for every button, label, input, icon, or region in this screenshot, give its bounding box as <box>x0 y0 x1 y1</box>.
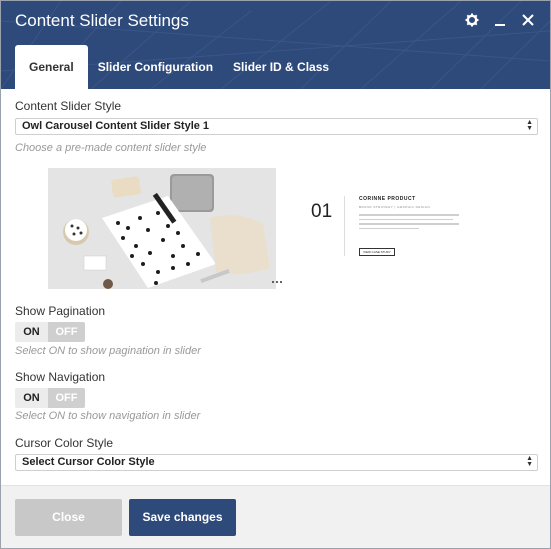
preview-product-photo <box>48 168 276 289</box>
preview-case-study-button: VIEW CASE STUDY <box>359 248 395 256</box>
navigation-off-option[interactable]: OFF <box>48 388 85 408</box>
preview-product-subtitle: BRAND STRATEGY | GRAPHIC DESIGN <box>359 205 431 209</box>
content-slider-settings-dialog: Content Slider Settings General Slider C… <box>0 0 551 549</box>
pagination-on-option[interactable]: ON <box>15 322 48 342</box>
preview-slide-number: 01 <box>311 201 333 222</box>
show-pagination-toggle[interactable]: ON OFF <box>15 322 85 342</box>
content-slider-style-label: Content Slider Style <box>15 99 122 113</box>
content-slider-style-hint: Choose a pre-made content slider style <box>15 142 207 154</box>
preview-body-lines <box>359 214 459 229</box>
cursor-color-style-value: Select Cursor Color Style <box>22 456 155 468</box>
gear-icon[interactable] <box>464 12 480 28</box>
content-slider-style-select[interactable]: Owl Carousel Content Slider Style 1 ▲ ▼ <box>15 118 538 135</box>
minimize-icon[interactable] <box>492 12 508 28</box>
dialog-header: Content Slider Settings General Slider C… <box>1 1 550 89</box>
general-tab-panel: Content Slider Style Owl Carousel Conten… <box>1 89 550 485</box>
content-slider-style-value: Owl Carousel Content Slider Style 1 <box>22 120 210 132</box>
show-navigation-toggle[interactable]: ON OFF <box>15 388 85 408</box>
pagination-off-option[interactable]: OFF <box>48 322 85 342</box>
navigation-on-option[interactable]: ON <box>15 388 48 408</box>
select-arrows-icon: ▲ ▼ <box>526 455 533 468</box>
show-navigation-label: Show Navigation <box>15 370 106 384</box>
close-button[interactable]: Close <box>15 499 122 536</box>
select-arrows-icon: ▲ ▼ <box>526 119 533 132</box>
preview-slide-content: 01 CORINNE PRODUCT BRAND STRATEGY | GRAP… <box>276 168 506 289</box>
preview-divider <box>344 196 345 256</box>
tab-slider-configuration[interactable]: Slider Configuration <box>88 45 223 89</box>
tab-slider-id-class[interactable]: Slider ID & Class <box>223 45 339 89</box>
show-pagination-hint: Select ON to show pagination in slider <box>15 345 201 357</box>
cursor-color-style-label: Cursor Color Style <box>15 436 114 450</box>
preview-pagination-dots <box>272 281 282 283</box>
show-navigation-hint: Select ON to show navigation in slider <box>15 410 201 422</box>
preview-case-study-label: VIEW CASE STUDY <box>363 250 391 254</box>
tab-bar: General Slider Configuration Slider ID &… <box>15 45 339 89</box>
save-changes-button[interactable]: Save changes <box>129 499 236 536</box>
close-icon[interactable] <box>520 12 536 28</box>
preview-product-title: CORINNE PRODUCT <box>359 196 416 202</box>
header-icons <box>464 12 536 28</box>
dialog-title: Content Slider Settings <box>15 11 189 30</box>
slider-style-preview: 01 CORINNE PRODUCT BRAND STRATEGY | GRAP… <box>48 168 506 289</box>
cursor-color-style-select[interactable]: Select Cursor Color Style ▲ ▼ <box>15 454 538 471</box>
show-pagination-label: Show Pagination <box>15 304 106 318</box>
tab-general[interactable]: General <box>15 45 88 89</box>
dialog-footer: Close Save changes <box>1 485 550 548</box>
